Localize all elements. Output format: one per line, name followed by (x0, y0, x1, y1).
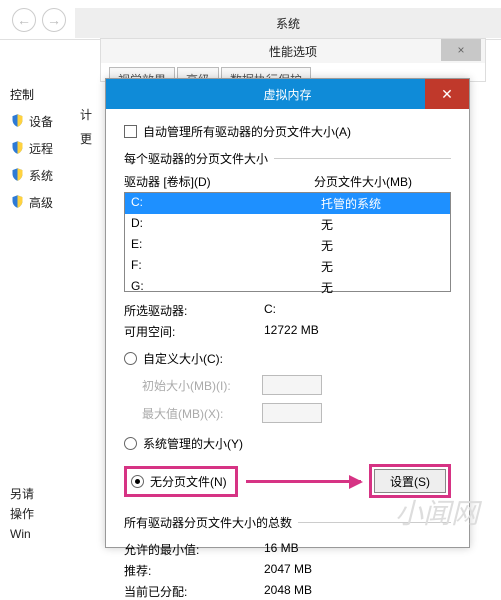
max-size-label: 最大值(MB)(X): (142, 405, 262, 422)
drive-row[interactable]: F:无 (125, 256, 450, 277)
auto-manage-checkbox[interactable] (124, 125, 137, 138)
current-alloc-label: 当前已分配: (124, 583, 264, 600)
totals-group-label: 所有驱动器分页文件大小的总数 (124, 514, 451, 531)
close-icon[interactable]: × (441, 39, 481, 61)
current-alloc-value: 2048 MB (264, 583, 451, 600)
radio-system-managed[interactable] (124, 437, 137, 450)
max-size-input[interactable] (262, 403, 322, 423)
no-paging-file-highlight: 无分页文件(N) (124, 466, 238, 497)
partial-text-computer: 计 (80, 106, 92, 123)
sidebar-item-label: 远程 (29, 140, 53, 157)
recommended-value: 2047 MB (264, 562, 451, 579)
sidebar-item-label: 系统 (29, 167, 53, 184)
system-window-title: 系统 (75, 8, 501, 38)
drive-row[interactable]: G:无 (125, 277, 450, 298)
dialog-title-text: 虚拟内存 (263, 86, 311, 103)
col-size: 分页文件大小(MB) (314, 173, 451, 190)
shield-icon (10, 113, 25, 130)
set-button-highlight: 设置(S) (369, 464, 451, 498)
sidebar-item-device[interactable]: 设备 (10, 113, 65, 130)
drive-row[interactable]: D:无 (125, 214, 450, 235)
radio-no-paging-label: 无分页文件(N) (150, 473, 227, 490)
radio-custom-size[interactable] (124, 352, 137, 365)
sidebar-item-label: 设备 (29, 113, 53, 130)
radio-system-label: 系统管理的大小(Y) (143, 435, 243, 452)
footer-line: Win (10, 524, 34, 544)
recommended-label: 推荐: (124, 562, 264, 579)
shield-icon (10, 140, 25, 157)
partial-text-change: 更 (80, 130, 92, 147)
selected-drive-label: 所选驱动器: (124, 302, 264, 319)
selected-drive-value: C: (264, 302, 451, 319)
col-drive: 驱动器 [卷标](D) (124, 173, 314, 190)
forward-icon[interactable]: → (42, 8, 66, 32)
allowed-min-value: 16 MB (264, 541, 451, 558)
shield-icon (10, 194, 25, 211)
drive-row[interactable]: E:无 (125, 235, 450, 256)
available-space-label: 可用空间: (124, 323, 264, 340)
group-each-drive: 每个驱动器的分页文件大小 (124, 150, 451, 167)
sidebar-item-system[interactable]: 系统 (10, 167, 65, 184)
drive-row[interactable]: C:托管的系统 (125, 193, 450, 214)
initial-size-input[interactable] (262, 375, 322, 395)
dialog-title: 虚拟内存 ✕ (106, 79, 469, 109)
sidebar-item-label: 高级 (29, 194, 53, 211)
sidebar-item-advanced[interactable]: 高级 (10, 194, 65, 211)
footer-line: 操作 (10, 504, 34, 524)
radio-no-paging-file[interactable] (131, 475, 144, 488)
auto-manage-label: 自动管理所有驱动器的分页文件大小(A) (143, 123, 351, 140)
performance-options-window: 性能选项 × 视觉效果 高级 数据执行保护 (100, 38, 486, 82)
performance-options-title: 性能选项 (101, 39, 485, 63)
shield-icon (10, 167, 25, 184)
drive-list[interactable]: C:托管的系统 D:无 E:无 F:无 G:无 (124, 192, 451, 292)
control-panel-label: 控制 (10, 86, 65, 103)
available-space-value: 12722 MB (264, 323, 451, 340)
initial-size-label: 初始大小(MB)(I): (142, 377, 262, 394)
footer-line: 另请 (10, 484, 34, 504)
set-button[interactable]: 设置(S) (374, 469, 446, 493)
close-button[interactable]: ✕ (425, 79, 469, 109)
allowed-min-label: 允许的最小值: (124, 541, 264, 558)
radio-custom-label: 自定义大小(C): (143, 350, 223, 367)
virtual-memory-dialog: 虚拟内存 ✕ 自动管理所有驱动器的分页文件大小(A) 每个驱动器的分页文件大小 … (105, 78, 470, 548)
sidebar-item-remote[interactable]: 远程 (10, 140, 65, 157)
annotation-arrow-icon (246, 480, 361, 483)
back-icon[interactable]: ← (12, 8, 36, 32)
